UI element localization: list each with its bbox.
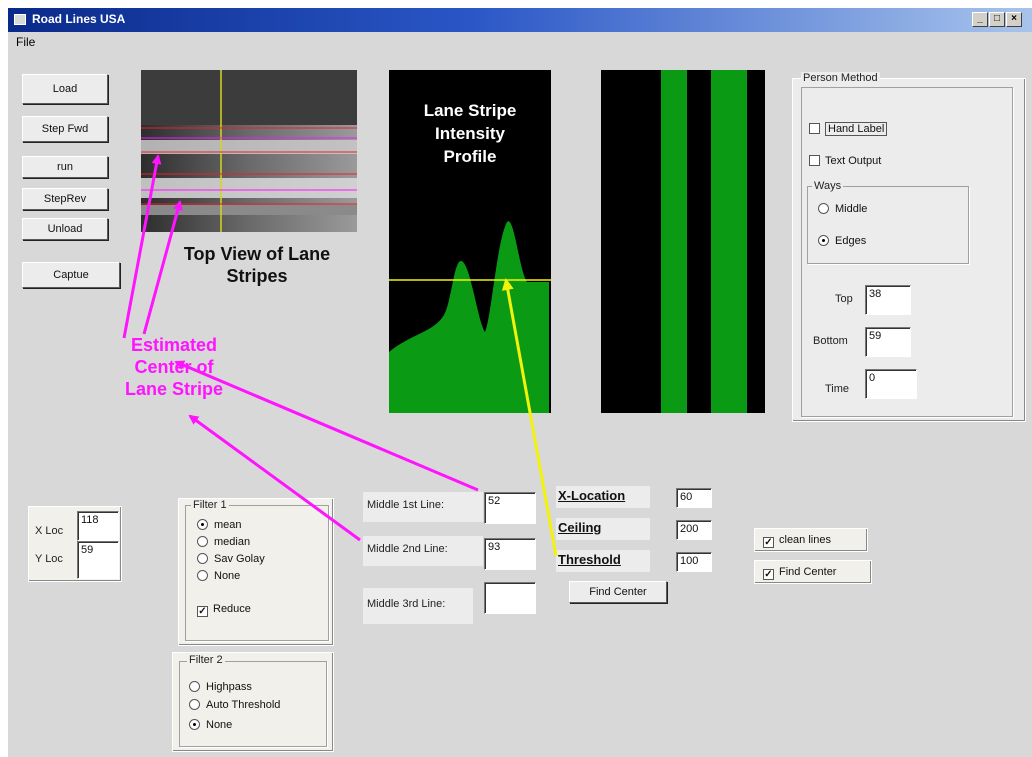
arrow-from-middle1 [174, 360, 479, 492]
arrow-threshold [501, 278, 558, 557]
arrow-from-middle2 [188, 414, 361, 542]
arrow-to-stripe2 [142, 200, 183, 335]
app-window: Road Lines USA _ □ × File Load Step Fwd … [8, 8, 1032, 757]
arrow-to-stripe1 [122, 154, 162, 339]
annotation-arrows [122, 154, 558, 557]
